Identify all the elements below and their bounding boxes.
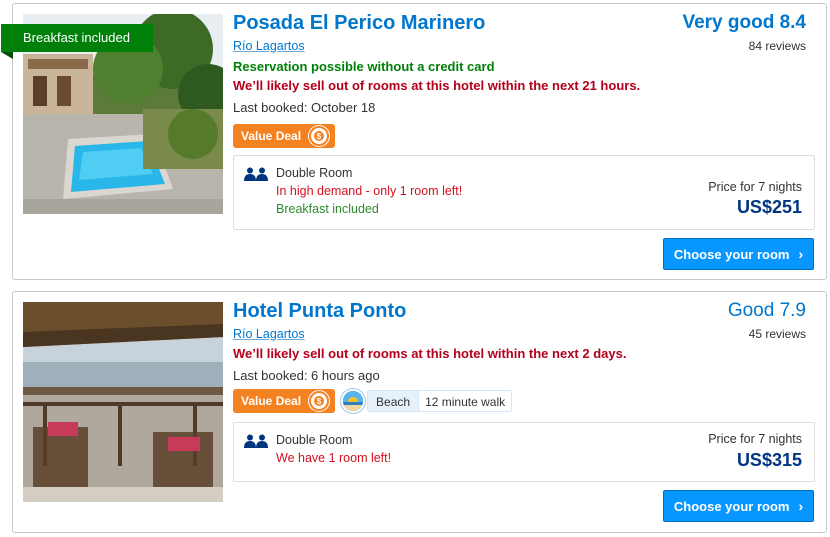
terrace-photo-image [23, 302, 223, 502]
price-value: US$251 [736, 197, 802, 217]
room-type-name[interactable]: Double Room [276, 166, 352, 180]
ribbon-fold [1, 52, 13, 59]
hotel-name-link[interactable]: Posada El Perico Marinero [233, 12, 485, 35]
price-label: Price for 7 nights [708, 432, 802, 446]
value-deal-badge[interactable]: Value Deal $ [233, 389, 336, 413]
review-count[interactable]: 84 reviews [749, 39, 806, 53]
badge-row: Value Deal $ [233, 124, 336, 148]
location-link[interactable]: Río Lagartos [233, 39, 305, 53]
review-count[interactable]: 45 reviews [749, 327, 806, 341]
review-score[interactable]: Very good 8.4 [682, 12, 806, 34]
badge-row: Value Deal $ Beach 12 minute walk [233, 389, 513, 413]
room-offer-box: Double Room We have 1 room left! Price f… [233, 422, 815, 482]
beach-label: Beach [367, 390, 420, 412]
last-booked: Last booked: 6 hours ago [233, 368, 380, 383]
value-deal-icon: $ [309, 126, 330, 146]
chevron-right-icon: › [798, 498, 804, 514]
hotel-photo[interactable] [23, 302, 223, 502]
location-link[interactable]: Río Lagartos [233, 327, 305, 341]
value-deal-label: Value Deal [241, 129, 302, 143]
choose-room-button[interactable]: Choose your room › [663, 238, 814, 270]
beach-badge[interactable]: Beach 12 minute walk [341, 389, 513, 413]
room-offer-box: Double Room In high demand - only 1 room… [233, 155, 815, 230]
walk-distance: 12 minute walk [419, 390, 513, 412]
breakfast-included-ribbon: Breakfast included [1, 24, 153, 52]
double-room-icon [244, 434, 268, 448]
price-value: US$315 [736, 450, 802, 470]
review-score[interactable]: Good 7.9 [728, 300, 806, 322]
high-demand-note: In high demand - only 1 room left! [276, 184, 463, 198]
value-deal-badge[interactable]: Value Deal $ [233, 124, 336, 148]
no-credit-card-note: Reservation possible without a credit ca… [233, 59, 495, 74]
hotel-name-link[interactable]: Hotel Punta Ponto [233, 300, 406, 323]
hotel-card: Breakfast included Posada El Perico Mari… [1, 3, 827, 280]
double-room-icon [244, 167, 268, 181]
choose-room-label: Choose your room [673, 246, 790, 262]
svg-text:$: $ [317, 397, 322, 406]
room-type-name[interactable]: Double Room [276, 433, 352, 447]
price-label: Price for 7 nights [708, 180, 802, 194]
value-deal-icon: $ [309, 391, 330, 411]
sellout-warning: We’ll likely sell out of rooms at this h… [233, 78, 641, 93]
value-deal-label: Value Deal [241, 394, 302, 408]
choose-room-button[interactable]: Choose your room › [663, 490, 814, 522]
rooms-left-note: We have 1 room left! [276, 451, 392, 465]
sellout-warning: We’ll likely sell out of rooms at this h… [233, 346, 627, 361]
svg-text:$: $ [317, 132, 322, 141]
chevron-right-icon: › [798, 246, 804, 262]
last-booked: Last booked: October 18 [233, 100, 376, 115]
beach-icon [341, 389, 366, 413]
choose-room-label: Choose your room [673, 498, 790, 514]
hotel-card: Hotel Punta Ponto Río Lagartos We’ll lik… [12, 291, 827, 533]
breakfast-included-note: Breakfast included [276, 202, 379, 216]
